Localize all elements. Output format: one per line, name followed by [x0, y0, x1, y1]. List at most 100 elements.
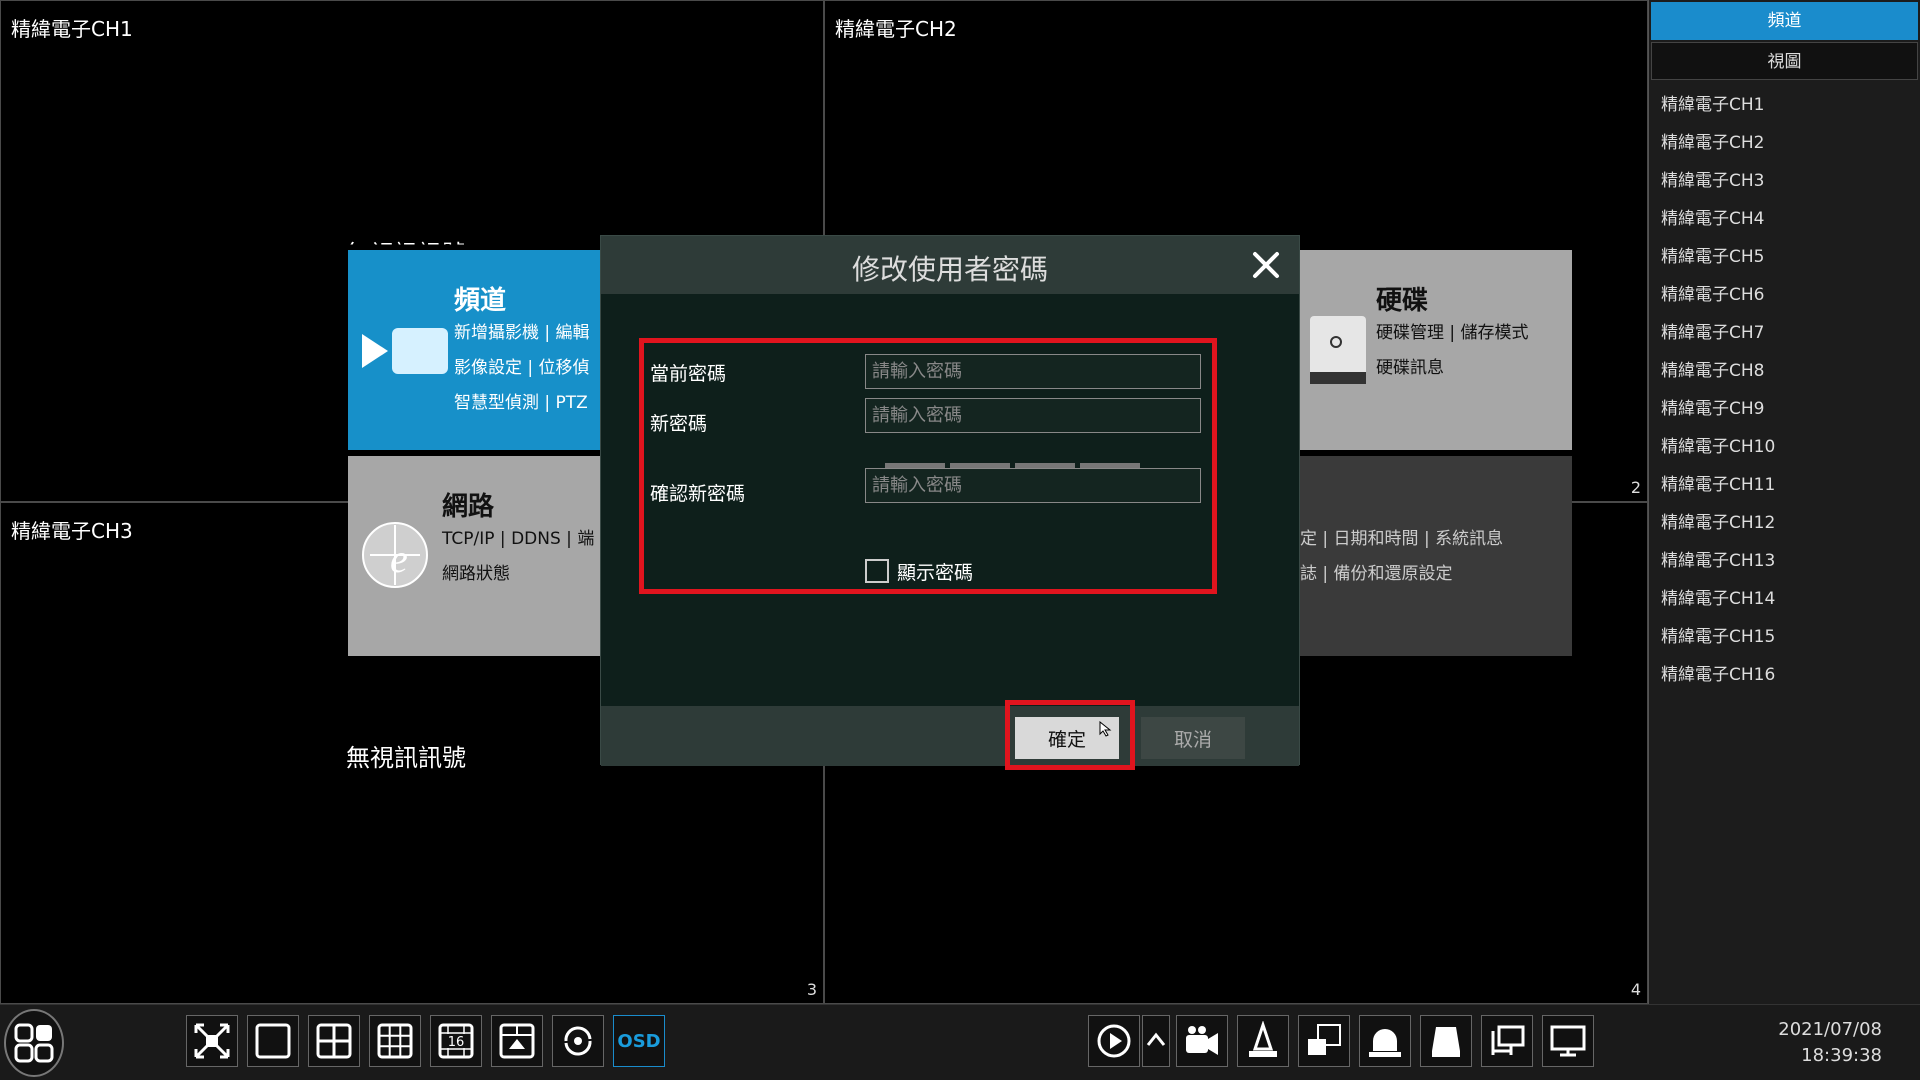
- confirm-password-label: 確認新密碼: [650, 483, 746, 505]
- list-item[interactable]: 精緯電子CH13: [1649, 542, 1920, 580]
- new-password-label: 新密碼: [650, 413, 708, 435]
- list-item[interactable]: 精緯電子CH1: [1649, 86, 1920, 124]
- fullscreen-button[interactable]: [186, 1015, 238, 1067]
- list-item[interactable]: 精緯電子CH8: [1649, 352, 1920, 390]
- confirm-password-input[interactable]: [865, 468, 1201, 503]
- link-ddns[interactable]: DDNS: [511, 529, 561, 549]
- channel-title: 精緯電子CH1: [11, 17, 133, 41]
- alarm-button[interactable]: [1359, 1015, 1411, 1067]
- ok-button[interactable]: 確定: [1015, 717, 1119, 759]
- list-item[interactable]: 精緯電子CH11: [1649, 466, 1920, 504]
- custom-layout-button[interactable]: [491, 1015, 543, 1067]
- camera-icon: [362, 328, 448, 374]
- layout-4-button[interactable]: [308, 1015, 360, 1067]
- channel-number: 2: [1630, 478, 1641, 497]
- clock-date: 2021/07/08: [1778, 1019, 1882, 1040]
- playback-button[interactable]: [1088, 1015, 1140, 1067]
- channel-title: 精緯電子CH3: [11, 519, 133, 543]
- link-network-status[interactable]: 網路狀態: [442, 564, 510, 584]
- list-item[interactable]: 精緯電子CH4: [1649, 200, 1920, 238]
- tile-title: 硬碟: [1376, 286, 1429, 316]
- tile-links: 新增攝影機 | 編輯 影像設定 | 位移偵 智慧型偵測 | PTZ: [454, 323, 590, 413]
- channel-title: 精緯電子CH2: [835, 17, 957, 41]
- cancel-button[interactable]: 取消: [1141, 717, 1245, 759]
- start-menu-button[interactable]: [4, 1009, 64, 1077]
- menu-tile-network[interactable]: e 網路 TCP/IP | DDNS | 端 網路狀態: [348, 456, 602, 656]
- link-date-time[interactable]: 日期和時間: [1334, 529, 1419, 549]
- tab-channel[interactable]: 頻道: [1651, 2, 1918, 40]
- show-password-label[interactable]: 顯示密碼: [897, 558, 973, 585]
- expand-button[interactable]: [1142, 1015, 1170, 1067]
- dialog-header: 修改使用者密碼: [601, 236, 1299, 294]
- link-image-settings[interactable]: 影像設定: [454, 358, 522, 378]
- alarm-icon: [1369, 1029, 1401, 1057]
- link-log[interactable]: 誌: [1300, 564, 1317, 584]
- link-disk-info[interactable]: 硬碟訊息: [1376, 358, 1444, 378]
- current-password-label: 當前密碼: [650, 363, 727, 385]
- layout-9-button[interactable]: [369, 1015, 421, 1067]
- link-tcpip[interactable]: TCP/IP: [442, 529, 495, 549]
- list-item[interactable]: 精緯電子CH12: [1649, 504, 1920, 542]
- layout-1-button[interactable]: [247, 1015, 299, 1067]
- cursor-icon: [1099, 721, 1112, 737]
- tile-links: TCP/IP | DDNS | 端 網路狀態: [442, 529, 595, 584]
- list-item[interactable]: 精緯電子CH14: [1649, 580, 1920, 618]
- sequence-button[interactable]: [552, 1015, 604, 1067]
- link-storage-mode[interactable]: 儲存模式: [1461, 323, 1529, 343]
- tab-view[interactable]: 視圖: [1651, 42, 1918, 80]
- list-item[interactable]: 精緯電子CH3: [1649, 162, 1920, 200]
- list-item[interactable]: 精緯電子CH15: [1649, 618, 1920, 656]
- channel-number: 4: [1630, 980, 1641, 999]
- menu-tile-channel[interactable]: 頻道 新增攝影機 | 編輯 影像設定 | 位移偵 智慧型偵測 | PTZ: [348, 250, 602, 450]
- link-backup-restore[interactable]: 備份和還原設定: [1334, 564, 1453, 584]
- channel-number: 3: [806, 980, 817, 999]
- grid-menu-icon: [14, 1023, 54, 1063]
- list-item[interactable]: 精緯電子CH16: [1649, 656, 1920, 694]
- change-password-dialog: 修改使用者密碼 當前密碼 新密碼 確認新密碼 顯示密碼 確定 取消: [600, 235, 1300, 770]
- channel-list: 精緯電子CH1 精緯電子CH2 精緯電子CH3 精緯電子CH4 精緯電子CH5 …: [1649, 86, 1920, 694]
- menu-tile-system[interactable]: 定 | 日期和時間 | 系統訊息 誌 | 備份和還原設定: [1300, 456, 1572, 656]
- dialog-title: 修改使用者密碼: [851, 253, 1048, 286]
- link-port[interactable]: 端: [577, 529, 594, 549]
- custom-layout-icon: [499, 1023, 535, 1059]
- link-system-info[interactable]: 系統訊息: [1435, 529, 1503, 549]
- link-ptz[interactable]: PTZ: [556, 393, 588, 413]
- new-password-input[interactable]: [865, 398, 1201, 433]
- globe-icon: e: [362, 522, 428, 588]
- network-icon: [1491, 1025, 1525, 1055]
- list-item[interactable]: 精緯電子CH2: [1649, 124, 1920, 162]
- quad-view-icon: [316, 1023, 352, 1059]
- current-password-input[interactable]: [865, 354, 1201, 389]
- ok-button-label: 確定: [1047, 728, 1086, 751]
- monitor-icon: [1550, 1025, 1586, 1057]
- link-add-camera[interactable]: 新增攝影機: [454, 323, 539, 343]
- snapshot-button[interactable]: [1298, 1015, 1350, 1067]
- menu-tile-disk[interactable]: 硬碟 硬碟管理 | 儲存模式 硬碟訊息: [1300, 250, 1572, 450]
- link-disk-manage[interactable]: 硬碟管理: [1376, 323, 1444, 343]
- tile-title: 網路: [442, 492, 495, 522]
- disk-button[interactable]: [1420, 1015, 1472, 1067]
- link-settings[interactable]: 定: [1300, 529, 1317, 549]
- list-item[interactable]: 精緯電子CH7: [1649, 314, 1920, 352]
- layout-16-label: 16: [448, 1035, 465, 1050]
- user-button[interactable]: [1237, 1015, 1289, 1067]
- link-edit[interactable]: 編輯: [556, 323, 590, 343]
- system-clock: 2021/07/08 18:39:38: [1778, 1017, 1882, 1069]
- link-smart-detect[interactable]: 智慧型偵測: [454, 393, 539, 413]
- list-item[interactable]: 精緯電子CH9: [1649, 390, 1920, 428]
- osd-button[interactable]: OSD: [613, 1015, 665, 1067]
- list-item[interactable]: 精緯電子CH5: [1649, 238, 1920, 276]
- display-button[interactable]: [1542, 1015, 1594, 1067]
- list-item[interactable]: 精緯電子CH6: [1649, 276, 1920, 314]
- link-motion[interactable]: 位移偵: [539, 358, 590, 378]
- layout-16-button[interactable]: 16: [430, 1015, 482, 1067]
- record-button[interactable]: [1176, 1015, 1228, 1067]
- list-item[interactable]: 精緯電子CH10: [1649, 428, 1920, 466]
- close-icon[interactable]: [1249, 248, 1283, 282]
- play-icon: [1097, 1024, 1131, 1058]
- svg-text:e: e: [390, 536, 408, 581]
- user-icon: [1249, 1021, 1277, 1057]
- show-password-checkbox[interactable]: [865, 559, 889, 583]
- network-button[interactable]: [1481, 1015, 1533, 1067]
- password-form: 當前密碼 新密碼 確認新密碼 顯示密碼: [639, 338, 1217, 594]
